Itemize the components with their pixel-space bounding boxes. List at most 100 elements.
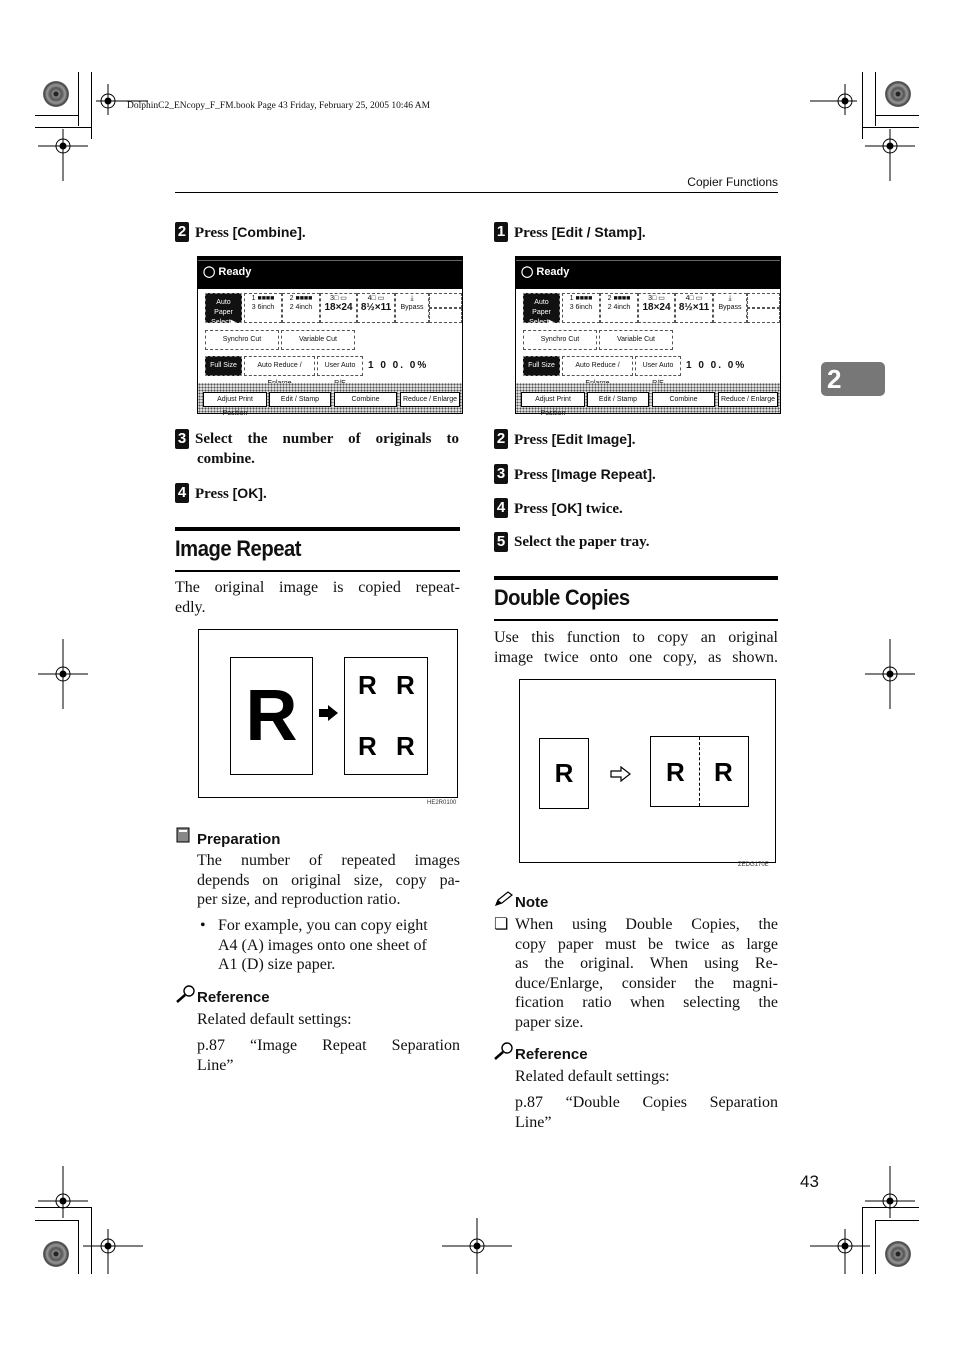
step-4-ok-twice: 4 Press [OK] twice. xyxy=(494,498,623,519)
figure-caption: HE2R0100 xyxy=(427,800,457,806)
bypass-icon: ⤓ xyxy=(410,295,414,302)
full-size-button: Full Size xyxy=(205,356,242,376)
key-label: [OK] xyxy=(232,485,263,501)
auto-reduce-enlarge-button: Auto Reduce / Enlarge xyxy=(244,356,315,387)
tray-1: 1 ■■■■ 3 6inch xyxy=(562,293,600,323)
note-text: ❏ When using Double Copies, the copy pap… xyxy=(494,916,778,1031)
tray-3: 3□ ▭ 18×24 xyxy=(320,293,357,323)
ratio-readout: 1 0 0. 0% xyxy=(368,360,429,371)
figure-caption: ZEDG170E xyxy=(738,862,769,868)
reference-heading: Reference xyxy=(515,1046,588,1063)
arrow-right-outline-icon xyxy=(610,766,631,782)
header-rule xyxy=(175,192,778,193)
adjust-print-position-button: Adjust Print Position xyxy=(521,392,585,417)
step-2-combine: 2 Press [Combine]. xyxy=(175,222,306,243)
registration-marks xyxy=(38,84,915,1274)
print-info: DolphinC2_ENcopy_F_FM.book Page 43 Frida… xyxy=(127,101,431,111)
magnifier-icon xyxy=(494,1042,513,1060)
user-auto-re-button: User Auto R/E xyxy=(317,356,363,387)
key-label: [Combine] xyxy=(232,224,302,240)
repeated-copy-sheet: R R R R xyxy=(344,657,428,775)
variable-cut-button: Variable Cut xyxy=(599,330,673,350)
synchro-cut-button: Synchro Cut xyxy=(523,330,597,350)
section-rule xyxy=(494,576,778,580)
preparation-heading: Preparation xyxy=(197,831,281,848)
ready-icon: ◯ xyxy=(521,266,534,278)
bypass-icon: ⤓ xyxy=(728,295,732,302)
step-number: 2 xyxy=(494,429,508,449)
note-heading: Note xyxy=(515,894,549,911)
reference-text: Related default settings: xyxy=(515,1068,670,1085)
user-auto-re-button: User Auto R/E xyxy=(635,356,681,387)
key-label: [Edit / Stamp] xyxy=(551,224,642,240)
copier-panel-screenshot: ◯ Ready Auto Paper Select▶ 1 ■■■■ 3 6inch … xyxy=(197,256,463,417)
preparation-icon xyxy=(176,827,190,843)
magnifier-icon xyxy=(176,985,195,1003)
status-text: Ready xyxy=(218,266,252,278)
double-copies-figure: R R R xyxy=(519,679,776,863)
original-sheet: R xyxy=(539,738,589,809)
reference-heading: Reference xyxy=(197,989,270,1006)
double-copies-intro: Use this function to copy an original im… xyxy=(494,629,778,666)
step-1-edit-stamp: 1 Press [Edit / Stamp]. xyxy=(494,222,646,243)
preparation-text: The number of repeated images depends on… xyxy=(197,852,460,908)
copier-panel-screenshot: ◯ Ready Auto Paper Select▶ 1 ■■■■ 3 6inch … xyxy=(515,256,781,417)
edit-stamp-button: Edit / Stamp xyxy=(269,392,331,407)
combine-button: Combine xyxy=(652,392,715,407)
edit-stamp-button: Edit / Stamp xyxy=(587,392,649,407)
separation-line xyxy=(699,737,700,806)
section-rule xyxy=(175,527,460,531)
image-repeat-figure: R R R R R xyxy=(198,629,458,798)
status-bar: ◯ Ready xyxy=(198,257,462,289)
auto-reduce-enlarge-button: Auto Reduce / Enlarge xyxy=(562,356,633,387)
step-number: 4 xyxy=(175,483,189,503)
preparation-bullet: • For example, you can copy eight A4 (A)… xyxy=(200,917,428,973)
image-repeat-intro: The original image is copied repeat- edl… xyxy=(175,579,460,616)
step-5-paper-tray: 5 Select the paper tray. xyxy=(494,532,650,552)
arrow-right-icon xyxy=(319,705,338,721)
step-3-image-repeat: 3 Press [Image Repeat]. xyxy=(494,464,656,485)
step-4-ok: 4 Press [OK]. xyxy=(175,483,267,504)
key-label: [Image Repeat] xyxy=(551,466,652,482)
combine-button: Combine xyxy=(334,392,397,407)
section-title-image-repeat: Image Repeat xyxy=(175,536,302,561)
chapter-tab: 2 xyxy=(821,362,885,396)
reference-link[interactable]: p.87 “Image Repeat Separation Line” xyxy=(197,1036,460,1075)
page-number: 43 xyxy=(800,1172,819,1191)
tray-2: 2 ■■■■ 2 4inch xyxy=(282,293,320,323)
step-number: 5 xyxy=(494,532,508,552)
running-header: Copier Functions xyxy=(687,175,778,189)
step-number: 4 xyxy=(494,498,508,518)
bypass-tray: ⤓ Bypass xyxy=(713,293,747,323)
key-label: [OK] xyxy=(551,500,582,516)
reduce-enlarge-button: Reduce / Enlarge xyxy=(400,392,460,407)
section-rule xyxy=(175,570,460,572)
auto-paper-select-button: Auto Paper Select▶ xyxy=(523,293,560,326)
tray-3: 3□ ▭ 18×24 xyxy=(638,293,675,323)
full-size-button: Full Size xyxy=(523,356,560,376)
reference-text: Related default settings: xyxy=(197,1011,352,1028)
section-rule xyxy=(494,619,778,621)
ready-icon: ◯ xyxy=(203,266,216,278)
synchro-cut-button: Synchro Cut xyxy=(205,330,279,350)
step-number: 1 xyxy=(494,222,508,242)
step-number: 3 xyxy=(175,429,189,449)
original-sheet: R xyxy=(230,657,313,775)
bullet-icon: • xyxy=(200,917,206,934)
checkbox-bullet-icon: ❏ xyxy=(494,916,509,933)
auto-paper-select-button: Auto Paper Select▶ xyxy=(205,293,242,326)
double-copy-sheet: R R xyxy=(650,736,749,807)
step-3-select-originals: 3 Select the number of originals to combi… xyxy=(175,429,463,469)
tray-1: 1 ■■■■ 3 6inch xyxy=(244,293,282,323)
section-title-double-copies: Double Copies xyxy=(494,585,630,610)
bypass-tray: ⤓ Bypass xyxy=(395,293,429,323)
reference-link[interactable]: p.87 “Double Copies Separation Line” xyxy=(515,1093,778,1132)
pencil-note-icon xyxy=(494,891,513,906)
status-bar: ◯ Ready xyxy=(516,257,780,289)
step-number: 2 xyxy=(175,222,189,242)
status-text: Ready xyxy=(536,266,570,278)
tray-4: 4□ ▭ 8½×11 xyxy=(675,293,713,323)
key-label: [Edit Image] xyxy=(551,431,632,447)
reduce-enlarge-button: Reduce / Enlarge xyxy=(718,392,778,407)
variable-cut-button: Variable Cut xyxy=(281,330,355,350)
